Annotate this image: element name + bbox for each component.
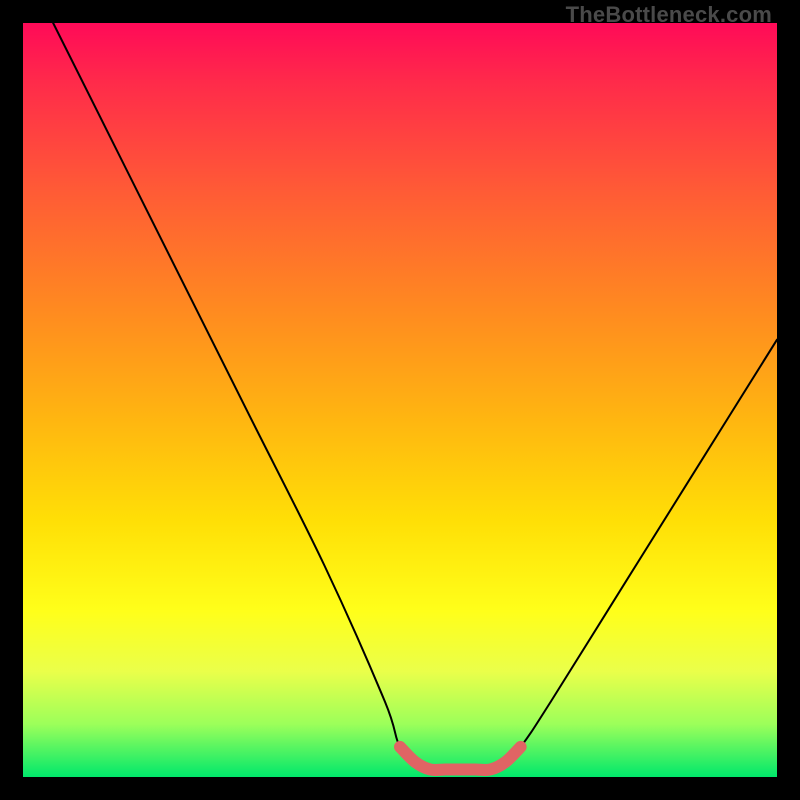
- bottleneck-curve: [53, 23, 777, 771]
- sweet-spot-band: [400, 747, 521, 770]
- plot-area: [23, 23, 777, 777]
- curve-layer: [23, 23, 777, 777]
- chart-stage: TheBottleneck.com: [0, 0, 800, 800]
